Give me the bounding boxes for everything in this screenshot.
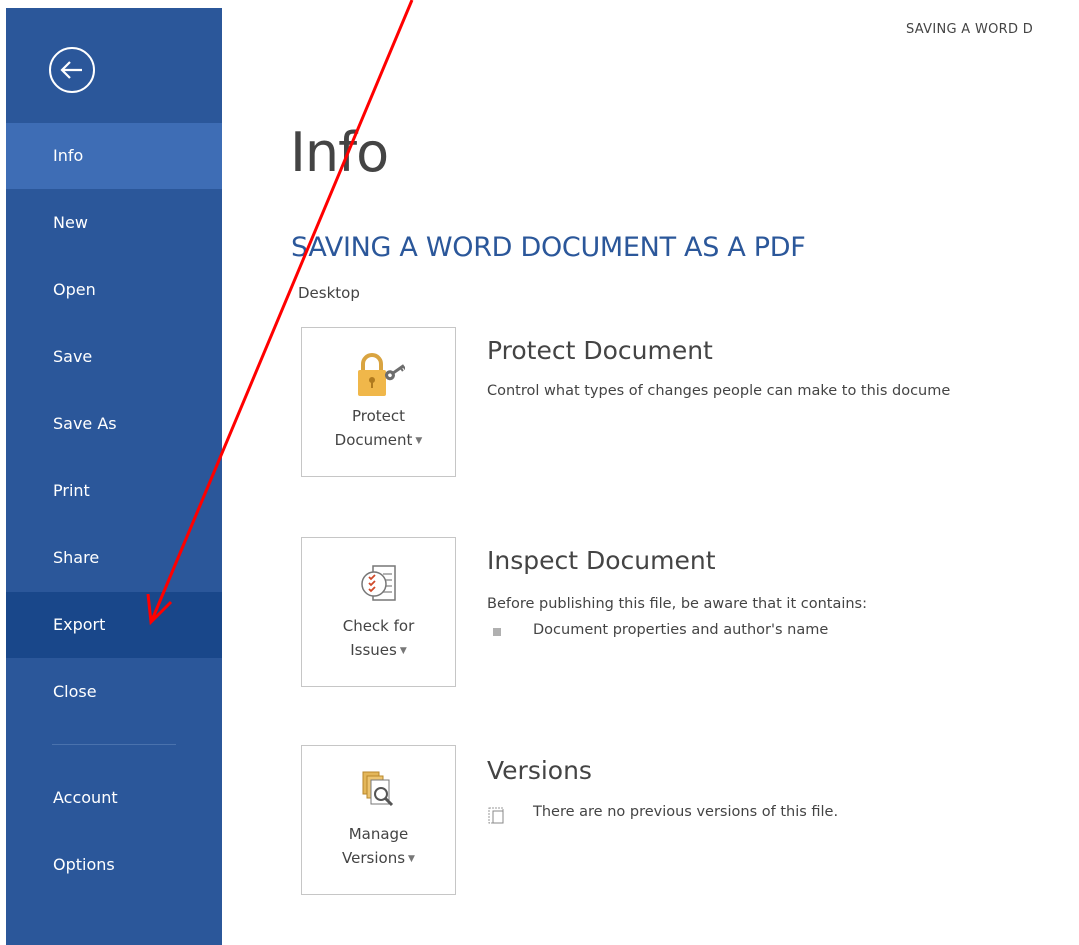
- nav-item-label: Account: [53, 788, 118, 807]
- nav-item-label: Export: [53, 615, 106, 634]
- dropdown-caret-icon: ▼: [408, 853, 415, 864]
- lock-key-icon: [357, 353, 405, 396]
- tile-label-line1: Manage: [348, 825, 409, 843]
- nav-item-label: Print: [53, 481, 90, 500]
- nav-item-label: Info: [53, 146, 84, 165]
- dropdown-caret-icon: ▼: [399, 645, 407, 656]
- document-versions-icon: [488, 807, 504, 824]
- nav-item-save-as[interactable]: Save As: [6, 391, 222, 457]
- tile-label-line1: Check for: [342, 617, 415, 635]
- document-location[interactable]: Desktop: [298, 284, 360, 302]
- section-description-inspect: Before publishing this file, be aware th…: [487, 596, 867, 612]
- back-arrow-icon: [60, 61, 82, 79]
- page-title: Info: [290, 121, 389, 184]
- check-for-issues-button[interactable]: Check for Issues ▼: [301, 537, 456, 687]
- nav-item-print[interactable]: Print: [6, 458, 222, 524]
- tile-label-line2: Document: [334, 431, 413, 449]
- nav-item-label: Save: [53, 347, 93, 366]
- nav-item-options[interactable]: Options: [6, 832, 222, 898]
- section-heading-inspect: Inspect Document: [487, 546, 716, 575]
- bullet-square: [493, 628, 501, 636]
- dropdown-caret-icon: ▼: [415, 435, 423, 446]
- tile-label-line2: Issues: [350, 641, 397, 659]
- checklist-icon: [360, 565, 396, 601]
- nav-item-account[interactable]: Account: [6, 765, 222, 831]
- section-heading-protect: Protect Document: [487, 336, 713, 365]
- nav-item-label: New: [53, 213, 88, 232]
- nav-item-new[interactable]: New: [6, 190, 222, 256]
- nav-item-export[interactable]: Export: [6, 592, 222, 658]
- nav-item-save[interactable]: Save: [6, 324, 222, 390]
- tile-label-line2: Versions: [342, 849, 406, 867]
- nav-item-label: Options: [53, 855, 115, 874]
- nav-divider: [52, 744, 176, 745]
- nav-item-label: Open: [53, 280, 96, 299]
- nav-item-open[interactable]: Open: [6, 257, 222, 323]
- window-title: SAVING A WORD D: [906, 22, 1034, 37]
- nav-item-share[interactable]: Share: [6, 525, 222, 591]
- nav-item-info[interactable]: Info: [6, 123, 222, 189]
- tile-label: Manage Versions ▼: [302, 822, 455, 871]
- back-button[interactable]: [49, 47, 95, 93]
- tile-label: Check for Issues ▼: [302, 614, 455, 663]
- section-description-protect: Control what types of changes people can…: [487, 383, 951, 399]
- nav-item-label: Share: [53, 548, 100, 567]
- nav-item-close[interactable]: Close: [6, 659, 222, 725]
- inspect-bullet-item: Document properties and author's name: [533, 622, 829, 638]
- backstage-sidebar: Info New Open Save Save As Print Share E…: [6, 8, 222, 945]
- document-title: SAVING A WORD DOCUMENT AS A PDF: [291, 232, 806, 263]
- nav-item-label: Close: [53, 682, 97, 701]
- versions-magnifier-icon: [362, 771, 393, 807]
- manage-versions-button[interactable]: Manage Versions ▼: [301, 745, 456, 895]
- tile-label: Protect Document ▼: [302, 404, 455, 453]
- tile-label-line1: Protect: [351, 407, 406, 425]
- section-description-versions: There are no previous versions of this f…: [533, 804, 839, 820]
- nav-item-label: Save As: [53, 414, 117, 433]
- protect-document-button[interactable]: Protect Document ▼: [301, 327, 456, 477]
- section-heading-versions: Versions: [487, 756, 592, 785]
